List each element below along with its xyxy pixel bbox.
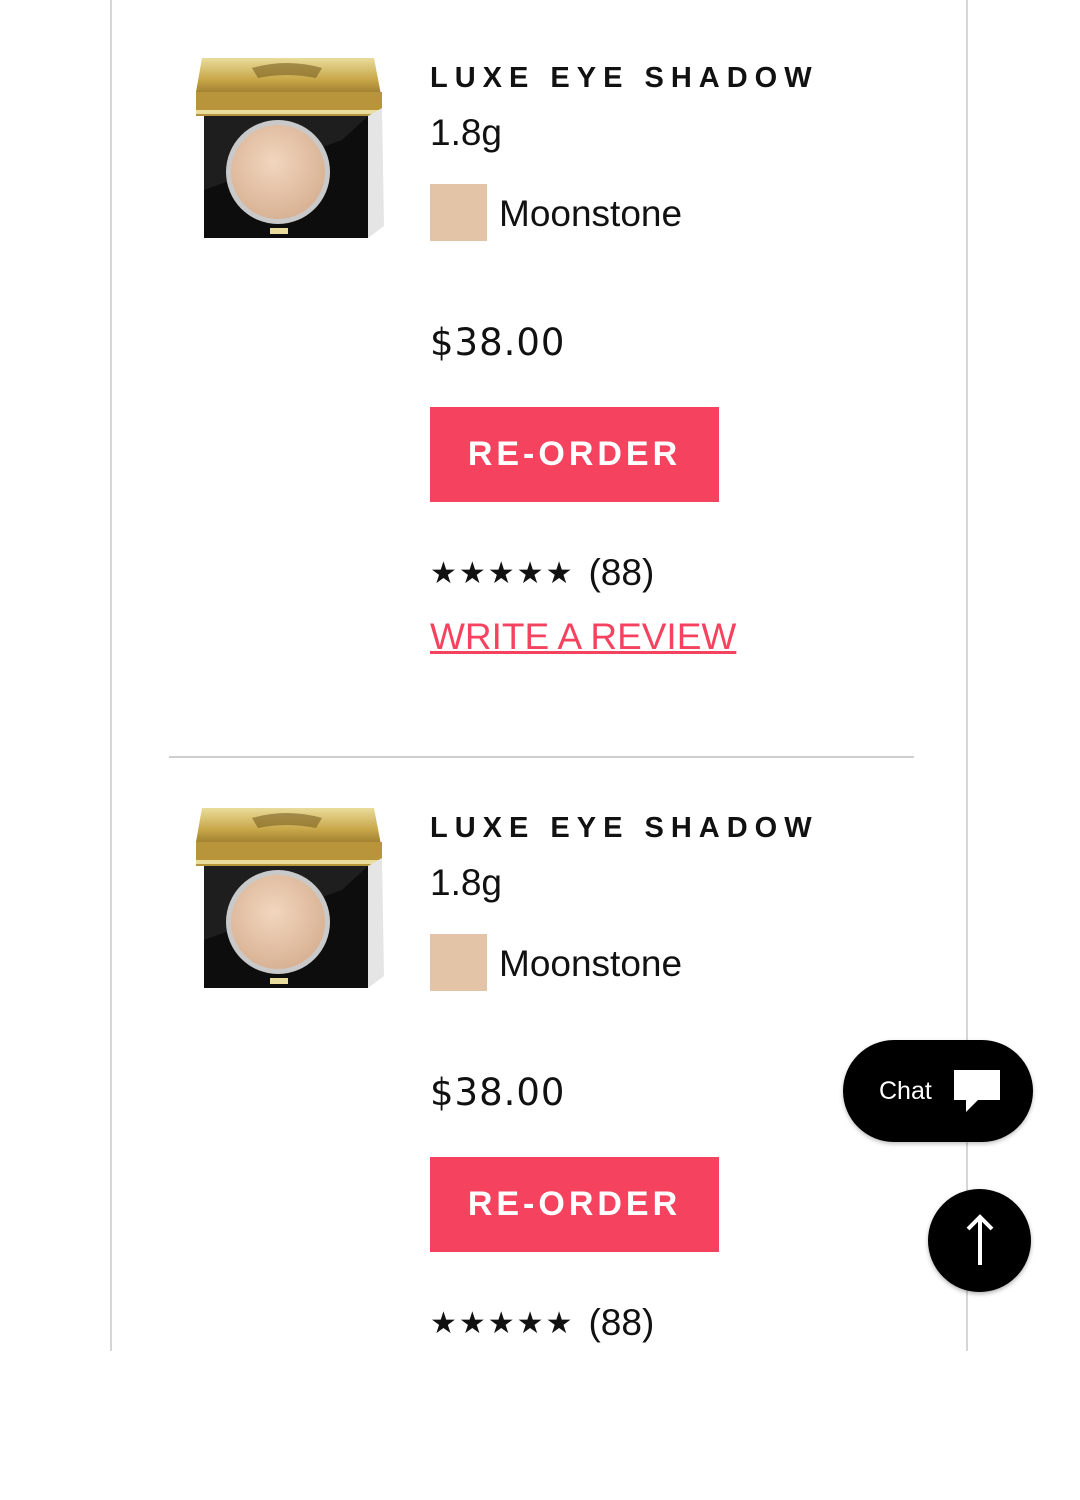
- write-review-link[interactable]: WRITE A REVIEW: [430, 616, 736, 658]
- product-size: 1.8g: [430, 112, 503, 153]
- rating-count: (88): [588, 552, 655, 593]
- shade-swatch: [430, 934, 487, 991]
- shade-name: Moonstone: [499, 193, 683, 234]
- star-rating-icon: ★★★★★: [430, 556, 575, 590]
- chat-button[interactable]: Chat: [843, 1040, 1033, 1142]
- product-size: 1.8g: [430, 862, 503, 903]
- shade-name: Moonstone: [499, 943, 683, 984]
- reorder-button[interactable]: RE-ORDER: [430, 407, 719, 502]
- order-item: LUXE EYE SHADOW 1.8g Moonstone $38.00 RE…: [112, 0, 966, 750]
- order-item: LUXE EYE SHADOW 1.8g Moonstone $38.00 RE…: [112, 750, 966, 1500]
- chat-label: Chat: [879, 1076, 932, 1105]
- product-image[interactable]: [192, 50, 392, 250]
- rating-count: (88): [588, 1302, 655, 1343]
- product-name[interactable]: LUXE EYE SHADOW: [430, 812, 819, 845]
- product-name[interactable]: LUXE EYE SHADOW: [430, 62, 819, 95]
- order-history-panel: LUXE EYE SHADOW 1.8g Moonstone $38.00 RE…: [110, 0, 968, 1351]
- product-price: $38.00: [430, 1071, 566, 1114]
- product-image[interactable]: [192, 800, 392, 1000]
- shade-swatch: [430, 184, 487, 241]
- back-to-top-button[interactable]: [928, 1189, 1031, 1292]
- product-price: $38.00: [430, 321, 566, 364]
- rating[interactable]: ★★★★★ (88): [430, 1302, 654, 1344]
- reorder-button[interactable]: RE-ORDER: [430, 1157, 719, 1252]
- rating[interactable]: ★★★★★ (88): [430, 552, 654, 594]
- star-rating-icon: ★★★★★: [430, 1306, 575, 1340]
- chat-bubble-icon: [953, 1070, 1000, 1112]
- arrow-up-icon: [966, 1213, 993, 1265]
